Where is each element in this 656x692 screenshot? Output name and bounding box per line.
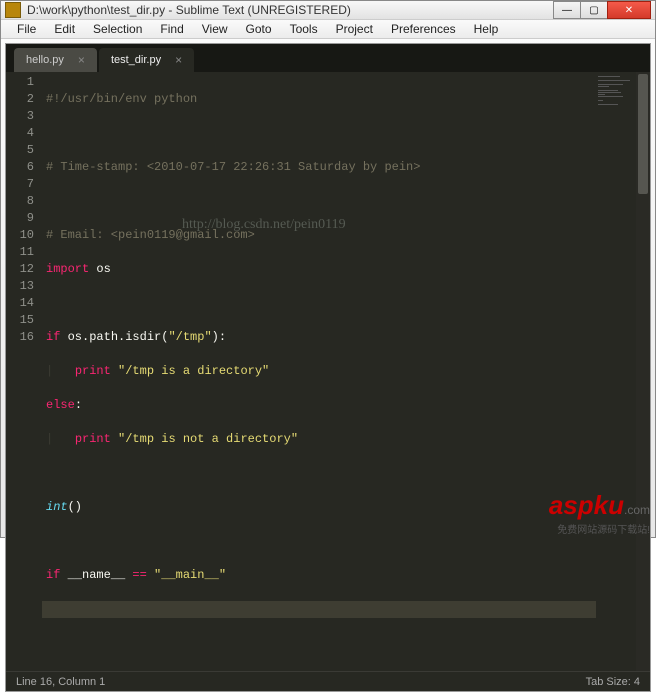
menu-edit[interactable]: Edit [46,20,83,38]
line-number: 2 [6,91,34,108]
tab-test-dir[interactable]: test_dir.py × [99,48,194,72]
maximize-button[interactable]: ▢ [580,1,608,19]
code-line[interactable]: # Email: <pein0119@gmail.com> [42,227,596,244]
line-number: 6 [6,159,34,176]
titlebar[interactable]: D:\work\python\test_dir.py - Sublime Tex… [1,1,655,20]
code-line[interactable]: # Time-stamp: <2010-07-17 22:26:31 Satur… [42,159,596,176]
menu-find[interactable]: Find [152,20,191,38]
code-line[interactable]: import os [42,261,596,278]
code-line[interactable] [42,601,596,618]
line-number: 13 [6,278,34,295]
line-number: 3 [6,108,34,125]
code-line[interactable] [42,533,596,550]
code-line[interactable]: if os.path.isdir("/tmp"): [42,329,596,346]
minimap[interactable] [596,72,636,671]
menu-view[interactable]: View [194,20,236,38]
menu-selection[interactable]: Selection [85,20,150,38]
close-icon[interactable]: × [175,53,182,67]
minimize-button[interactable]: — [553,1,581,19]
menu-file[interactable]: File [9,20,44,38]
menu-project[interactable]: Project [328,20,381,38]
code-line[interactable]: else: [42,397,596,414]
code-line[interactable]: int() [42,499,596,516]
line-number: 12 [6,261,34,278]
menu-help[interactable]: Help [466,20,507,38]
code-line[interactable]: | print "/tmp is a directory" [42,363,596,380]
editor-body[interactable]: 1 2 3 4 5 6 7 8 9 10 11 12 13 14 15 16 #… [6,72,650,671]
close-icon[interactable]: × [78,53,85,67]
menu-tools[interactable]: Tools [282,20,326,38]
menu-preferences[interactable]: Preferences [383,20,464,38]
code-area[interactable]: #!/usr/bin/env python # Time-stamp: <201… [42,72,596,671]
cursor-position[interactable]: Line 16, Column 1 [16,676,105,688]
editor-frame: hello.py × test_dir.py × 1 2 3 4 5 6 7 8… [5,43,651,692]
line-number: 9 [6,210,34,227]
line-number: 4 [6,125,34,142]
tab-label: test_dir.py [111,54,161,66]
line-number: 10 [6,227,34,244]
window-title: D:\work\python\test_dir.py - Sublime Tex… [27,3,554,17]
line-number: 7 [6,176,34,193]
code-line[interactable] [42,295,596,312]
tab-label: hello.py [26,54,64,66]
line-number: 14 [6,295,34,312]
menu-goto[interactable]: Goto [238,20,280,38]
code-line[interactable]: #!/usr/bin/env python [42,91,596,108]
tab-hello[interactable]: hello.py × [14,48,97,72]
vertical-scrollbar[interactable] [636,72,650,671]
statusbar: Line 16, Column 1 Tab Size: 4 [6,671,650,691]
line-gutter: 1 2 3 4 5 6 7 8 9 10 11 12 13 14 15 16 [6,72,42,671]
code-line[interactable]: if __name__ == "__main__" [42,567,596,584]
line-number: 1 [6,74,34,91]
app-icon [5,2,21,18]
line-number: 11 [6,244,34,261]
line-number: 15 [6,312,34,329]
close-button[interactable]: ✕ [607,1,651,19]
menubar: File Edit Selection Find View Goto Tools… [1,20,655,39]
code-line[interactable] [42,193,596,210]
line-number: 5 [6,142,34,159]
code-line[interactable]: | print "/tmp is not a directory" [42,431,596,448]
line-number: 8 [6,193,34,210]
tabbar: hello.py × test_dir.py × [6,44,650,72]
application-window: D:\work\python\test_dir.py - Sublime Tex… [0,0,656,538]
window-controls: — ▢ ✕ [554,1,651,19]
code-line[interactable] [42,465,596,482]
code-line[interactable] [42,125,596,142]
tab-size[interactable]: Tab Size: 4 [586,676,640,688]
scroll-thumb[interactable] [638,74,648,194]
line-number: 16 [6,329,34,346]
